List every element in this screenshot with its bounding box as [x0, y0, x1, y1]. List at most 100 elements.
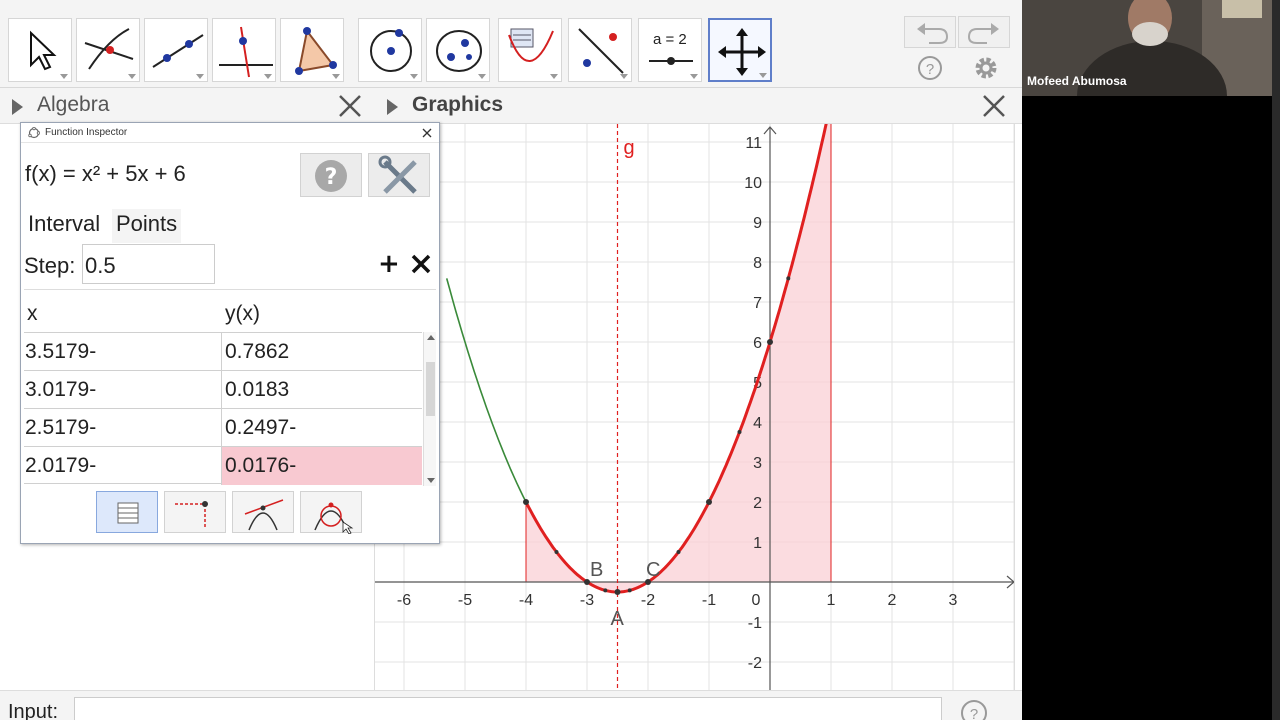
curve-sample-point[interactable]: [737, 430, 742, 434]
function-inspector-tool-button[interactable]: [498, 18, 562, 82]
scroll-up-icon[interactable]: [427, 335, 435, 340]
line-tool-button[interactable]: [144, 18, 208, 82]
dropdown-corner-icon: [690, 74, 698, 79]
point-a[interactable]: [614, 589, 621, 595]
curve-sample-point[interactable]: [767, 339, 773, 345]
table-cell-y[interactable]: 0.7862: [222, 333, 422, 371]
undo-button[interactable]: [904, 16, 956, 48]
table-row[interactable]: 2.0179- 0.0176-: [24, 446, 422, 485]
table-row[interactable]: 2.5179- 0.2497-: [24, 408, 422, 447]
participant-video[interactable]: Mofeed Abumosa: [1022, 0, 1272, 96]
settings-button[interactable]: [368, 153, 430, 197]
participant-name: Mofeed Abumosa: [1027, 74, 1127, 88]
help-icon: ?: [315, 160, 347, 192]
curve-sample-point[interactable]: [627, 588, 632, 593]
graph-canvas[interactable]: -6 -5 -4 -3 -2 -1 0 1 2 31110987654321-1-2gAB C: [375, 124, 1015, 690]
function-definition: f(x) = x² + 5x + 6: [25, 161, 186, 186]
window-edge: [1272, 0, 1280, 720]
column-header-y: y(x): [225, 302, 260, 325]
step-input[interactable]: 0.5: [82, 244, 215, 284]
x-tick-label: -1: [702, 592, 716, 609]
curve-sample-point[interactable]: [554, 550, 559, 554]
scrollbar-thumb[interactable]: [426, 362, 435, 416]
tab-points[interactable]: Points: [112, 209, 182, 243]
move-graphics-tool-button[interactable]: [708, 18, 772, 82]
dropdown-corner-icon: [332, 74, 340, 79]
table-mode-button[interactable]: [96, 491, 158, 533]
close-icon[interactable]: [422, 128, 432, 138]
perpendicular-tool-button[interactable]: [212, 18, 276, 82]
graphics-view[interactable]: -6 -5 -4 -3 -2 -1 0 1 2 3 11 10 9 8 7 6 5 4 3 2 1 -1 -2 g A B C: [375, 124, 1015, 690]
dropdown-corner-icon: [128, 74, 136, 79]
x-tick-label: -2: [641, 592, 655, 609]
conic-tool-button[interactable]: [426, 18, 490, 82]
gear-icon[interactable]: [972, 54, 1000, 82]
redo-button[interactable]: [958, 16, 1010, 48]
column-header-x: x: [27, 302, 38, 325]
curve-sample-point[interactable]: [676, 550, 681, 554]
move-tool-button[interactable]: [8, 18, 72, 82]
table-scrollbar[interactable]: [423, 332, 436, 486]
table-row[interactable]: 3.0179- 0.0183: [24, 370, 422, 409]
table-cell-x[interactable]: 3.5179-: [24, 333, 222, 371]
close-icon[interactable]: [337, 93, 363, 119]
point-tool-button[interactable]: [76, 18, 140, 82]
tools-icon: [378, 155, 417, 194]
function-inspector-dialog: Function Inspector f(x) = x² + 5x + 6 ? …: [20, 122, 440, 544]
y-tick-label: 4: [753, 415, 762, 432]
remove-column-button[interactable]: [410, 251, 432, 277]
dropdown-corner-icon: [759, 73, 767, 78]
help-icon[interactable]: ?: [917, 55, 943, 81]
oscillating-box-button[interactable]: [164, 491, 226, 533]
curve-sample-point[interactable]: [786, 276, 791, 281]
table-cell-y-highlighted[interactable]: 0.0176-: [222, 447, 422, 485]
y-tick-label: 10: [744, 175, 762, 192]
add-column-button[interactable]: +: [378, 251, 400, 277]
graphics-panel-title: Graphics: [412, 93, 504, 116]
curve-sample-point[interactable]: [706, 499, 712, 505]
close-icon[interactable]: [981, 93, 1007, 119]
tangent-button[interactable]: [232, 491, 294, 533]
x-tick-label: 2: [888, 592, 897, 609]
point-b-label: B: [590, 559, 603, 581]
scroll-down-icon[interactable]: [427, 478, 435, 483]
y-tick-label: 7: [753, 295, 762, 312]
inspector-title: Function Inspector: [45, 127, 128, 138]
table-cell-x[interactable]: 2.0179-: [24, 447, 222, 485]
table-row[interactable]: 3.5179- 0.7862: [24, 332, 422, 371]
y-tick-label: -2: [748, 655, 762, 672]
table-cell-x[interactable]: 3.0179-: [24, 371, 222, 409]
reflect-tool-button[interactable]: [568, 18, 632, 82]
slider-tool-button[interactable]: a = 2: [638, 18, 702, 82]
osculating-circle-button[interactable]: [300, 491, 362, 535]
curve-sample-point[interactable]: [603, 588, 608, 593]
help-button[interactable]: ?: [300, 153, 362, 197]
expand-triangle-icon[interactable]: [387, 99, 398, 115]
dropdown-corner-icon: [478, 74, 486, 79]
function-curve-left[interactable]: [445, 278, 527, 503]
svg-text:?: ?: [926, 61, 934, 78]
toolbar: a = 2 ?: [0, 0, 1022, 88]
algebra-panel-header: Algebra: [0, 88, 375, 124]
dropdown-corner-icon: [410, 74, 418, 79]
y-tick-label: 9: [753, 215, 762, 232]
table-cell-x[interactable]: 2.5179-: [24, 409, 222, 447]
table-cell-y[interactable]: 0.2497-: [222, 409, 422, 447]
circle-tool-button[interactable]: [358, 18, 422, 82]
table-cell-y[interactable]: 0.0183: [222, 371, 422, 409]
inspector-titlebar[interactable]: Function Inspector: [21, 123, 439, 143]
dropdown-corner-icon: [196, 74, 204, 79]
help-icon[interactable]: ?: [960, 699, 988, 720]
step-label: Step:: [24, 253, 76, 278]
input-field[interactable]: [74, 697, 942, 720]
video-panel: Mofeed Abumosa: [1022, 0, 1280, 720]
curve-sample-point[interactable]: [523, 499, 529, 505]
polygon-tool-button[interactable]: [280, 18, 344, 82]
tangent-icon: [244, 499, 284, 531]
oscillating-box-icon: [175, 501, 208, 528]
tab-interval[interactable]: Interval: [24, 209, 104, 243]
geogebra-logo-icon: [28, 127, 40, 139]
expand-triangle-icon[interactable]: [12, 99, 23, 115]
x-tick-label: 1: [827, 592, 836, 609]
y-tick-label: 6: [753, 335, 762, 352]
